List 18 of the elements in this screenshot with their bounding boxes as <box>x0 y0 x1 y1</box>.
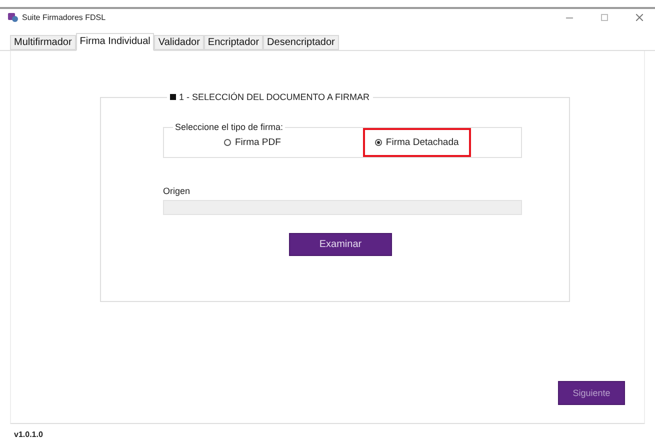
origin-field[interactable] <box>163 200 522 215</box>
radio-icon[interactable] <box>224 139 231 146</box>
square-icon <box>170 94 176 100</box>
browse-button[interactable]: Examinar <box>289 233 392 256</box>
radio-icon[interactable] <box>374 139 382 146</box>
window-title: Suite Firmadores FDSL <box>22 13 106 22</box>
version-label: v1.0.1.0 <box>13 429 44 439</box>
tab[interactable]: Desencriptador <box>263 35 339 50</box>
app-icon <box>8 13 18 22</box>
tab[interactable]: Multifirmador <box>10 35 76 50</box>
signature-type-label: Seleccione el tipo de firma: <box>174 122 284 132</box>
origin-label: Origen <box>163 186 192 196</box>
highlighted-radio-option[interactable]: Firma Detachada <box>362 128 471 157</box>
close-icon[interactable] <box>636 14 643 21</box>
tab[interactable]: Firma Individual <box>76 33 154 51</box>
tab[interactable]: Validador <box>154 35 204 50</box>
tab[interactable]: Encriptador <box>204 35 264 50</box>
section-title: 1 - SELECCIÓN DEL DOCUMENTO A FIRMAR <box>179 92 370 102</box>
